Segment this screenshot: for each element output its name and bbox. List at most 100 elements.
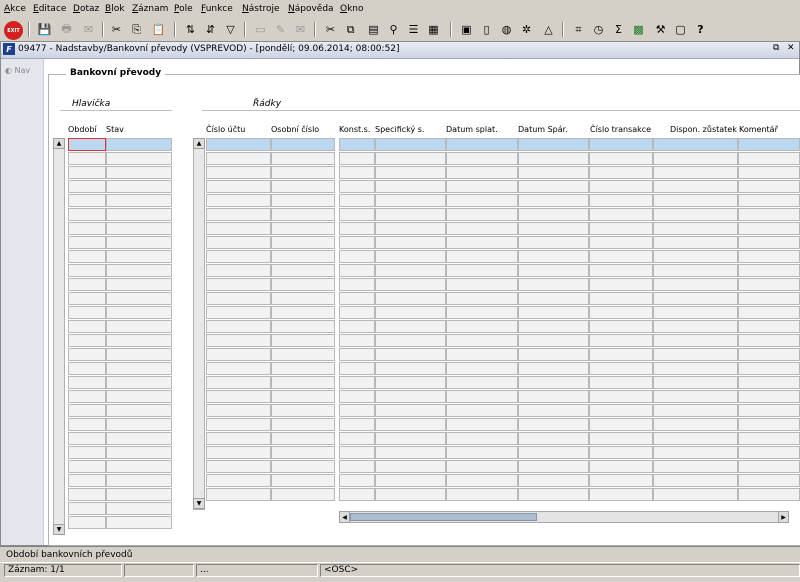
grid-cell[interactable] <box>106 362 172 375</box>
grid-cell[interactable] <box>375 264 446 277</box>
grid-cell[interactable] <box>738 376 800 389</box>
grid-cell[interactable] <box>653 334 738 347</box>
grid-cell[interactable] <box>375 404 446 417</box>
grid-cell[interactable] <box>375 334 446 347</box>
grid-cell[interactable] <box>206 348 271 361</box>
grid-cell[interactable] <box>446 278 518 291</box>
grid-cell[interactable] <box>206 460 271 473</box>
grid-cell[interactable] <box>653 362 738 375</box>
grid-cell[interactable] <box>271 278 335 291</box>
grid-cell[interactable] <box>738 278 800 291</box>
grid-cell[interactable] <box>106 376 172 389</box>
grid-cell[interactable] <box>518 474 589 487</box>
grid-cell[interactable] <box>738 446 800 459</box>
grid-cell[interactable] <box>738 166 800 179</box>
grid-cell[interactable] <box>653 306 738 319</box>
grid-cell[interactable] <box>738 152 800 165</box>
grid-cell[interactable] <box>653 320 738 333</box>
grid-cell[interactable] <box>271 306 335 319</box>
grid-cell[interactable] <box>68 474 106 487</box>
grid-cell[interactable] <box>446 194 518 207</box>
grid-cell[interactable] <box>68 320 106 333</box>
grid-cell[interactable] <box>518 348 589 361</box>
grid-cell[interactable] <box>68 292 106 305</box>
grid-cell[interactable] <box>589 152 653 165</box>
grid-cell[interactable] <box>589 376 653 389</box>
grid-cell[interactable] <box>339 348 375 361</box>
grid-cell[interactable] <box>68 460 106 473</box>
grid-cell[interactable] <box>738 180 800 193</box>
grid-cell[interactable] <box>518 390 589 403</box>
grid-cell[interactable] <box>738 194 800 207</box>
grid-cell[interactable] <box>518 334 589 347</box>
grid-cell[interactable] <box>271 362 335 375</box>
grid-cell[interactable] <box>375 320 446 333</box>
grid-cell[interactable] <box>339 446 375 459</box>
menu-napoveda[interactable]: Nápověda <box>288 4 334 14</box>
chart-icon[interactable]: ⌗ <box>570 21 587 38</box>
grid-cell[interactable] <box>518 376 589 389</box>
grid-cell[interactable] <box>339 460 375 473</box>
grid-cell[interactable] <box>271 180 335 193</box>
grid-cell[interactable] <box>518 180 589 193</box>
grid-cell[interactable] <box>271 404 335 417</box>
grid-cell[interactable] <box>68 502 106 515</box>
grid-cell[interactable] <box>518 278 589 291</box>
grid-cell[interactable] <box>106 278 172 291</box>
grid-cell[interactable] <box>446 320 518 333</box>
grid-cell[interactable] <box>446 306 518 319</box>
grid-cell[interactable] <box>68 488 106 501</box>
grid-cell[interactable] <box>589 166 653 179</box>
grid-cell[interactable] <box>738 348 800 361</box>
grid-cell[interactable] <box>446 166 518 179</box>
grid-cell[interactable] <box>375 362 446 375</box>
grid-cell[interactable] <box>446 138 518 151</box>
grid-cell[interactable] <box>106 138 172 151</box>
grid-cell[interactable] <box>653 446 738 459</box>
grid-cell[interactable] <box>738 292 800 305</box>
grid-cell[interactable] <box>446 334 518 347</box>
grid-cell[interactable] <box>518 166 589 179</box>
grid-cell[interactable] <box>206 264 271 277</box>
grid-cell[interactable] <box>68 376 106 389</box>
grid-cell[interactable] <box>738 362 800 375</box>
grid-cell[interactable] <box>446 460 518 473</box>
grid-cell[interactable] <box>339 418 375 431</box>
grid-cell[interactable] <box>106 222 172 235</box>
grid-cell[interactable] <box>106 446 172 459</box>
scroll-down-icon[interactable]: ▼ <box>193 498 205 509</box>
grid-cell[interactable] <box>653 376 738 389</box>
sort-asc-icon[interactable]: ⇅ <box>182 21 199 38</box>
grid-cell[interactable] <box>271 418 335 431</box>
restore-icon[interactable]: ⧉ <box>773 43 779 53</box>
grid-cell[interactable] <box>339 306 375 319</box>
grid-cell[interactable] <box>589 446 653 459</box>
grid-cell[interactable] <box>738 432 800 445</box>
grid-cell[interactable] <box>339 376 375 389</box>
grid-cell[interactable] <box>68 194 106 207</box>
grid-cell[interactable] <box>375 292 446 305</box>
grid-cell[interactable] <box>589 138 653 151</box>
grid-cell[interactable] <box>653 390 738 403</box>
grid-cell[interactable] <box>653 404 738 417</box>
grid-cell[interactable] <box>589 418 653 431</box>
grid-cell[interactable] <box>738 222 800 235</box>
grid-cell[interactable] <box>68 208 106 221</box>
grid-cell[interactable] <box>106 390 172 403</box>
scissors-icon[interactable]: ✂ <box>322 21 339 38</box>
grid-cell[interactable] <box>653 278 738 291</box>
clock-icon[interactable]: ◷ <box>590 21 607 38</box>
grid-cell[interactable] <box>375 460 446 473</box>
grid-cell[interactable] <box>653 180 738 193</box>
grid-cell[interactable] <box>206 488 271 501</box>
grid-cell[interactable] <box>589 432 653 445</box>
grid-cell[interactable] <box>589 236 653 249</box>
grid-cell[interactable] <box>518 488 589 501</box>
grid-cell[interactable] <box>518 138 589 151</box>
grid-cell[interactable] <box>206 194 271 207</box>
grid-cell[interactable] <box>339 222 375 235</box>
grid-cell[interactable] <box>375 250 446 263</box>
grid-cell[interactable] <box>589 278 653 291</box>
grid-cell[interactable] <box>206 334 271 347</box>
menu-dotaz[interactable]: Dotaz <box>73 4 99 14</box>
